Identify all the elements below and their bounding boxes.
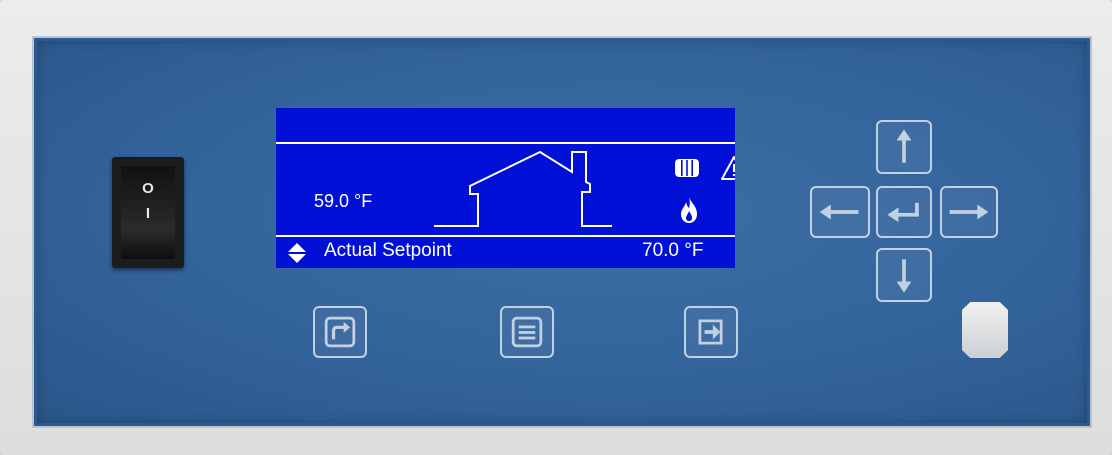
arrow-down-icon: [896, 259, 912, 293]
warning-icon: [721, 156, 735, 180]
up-arrow-button[interactable]: [876, 120, 932, 174]
power-switch[interactable]: O I: [112, 157, 184, 268]
power-on-mark: I: [145, 205, 151, 222]
lcd-bottom-divider: [276, 235, 735, 237]
menu-icon: [511, 316, 543, 348]
enter-button[interactable]: [876, 186, 932, 238]
menu-button[interactable]: [500, 306, 554, 358]
exit-button[interactable]: [684, 306, 738, 358]
lcd-display: 59.0 °F Actual Setpoint 70.0 °F: [276, 108, 735, 268]
lcd-top-divider: [276, 142, 735, 144]
return-icon: [324, 316, 356, 348]
flame-icon: [681, 197, 697, 223]
power-off-mark: O: [142, 180, 154, 197]
down-arrow-button[interactable]: [876, 248, 932, 302]
controller-housing: O I 59.0 °F Actual Setpoint 70.0 °F: [0, 0, 1112, 455]
service-port: [962, 302, 1008, 358]
exit-icon: [698, 319, 723, 345]
arrow-left-icon: [819, 204, 859, 220]
power-switch-rocker[interactable]: O I: [121, 166, 175, 259]
arrow-up-icon: [896, 129, 912, 163]
setpoint-value: 70.0 °F: [642, 240, 704, 261]
radiator-icon: [675, 159, 699, 177]
setpoint-label: Actual Setpoint: [324, 240, 452, 261]
arrow-right-icon: [949, 204, 989, 220]
return-button[interactable]: [313, 306, 367, 358]
house-icon: [434, 150, 612, 227]
current-temperature: 59.0 °F: [314, 191, 373, 211]
up-down-arrows-icon: [288, 243, 306, 263]
enter-icon: [887, 202, 919, 223]
left-arrow-button[interactable]: [810, 186, 870, 238]
right-arrow-button[interactable]: [940, 186, 998, 238]
